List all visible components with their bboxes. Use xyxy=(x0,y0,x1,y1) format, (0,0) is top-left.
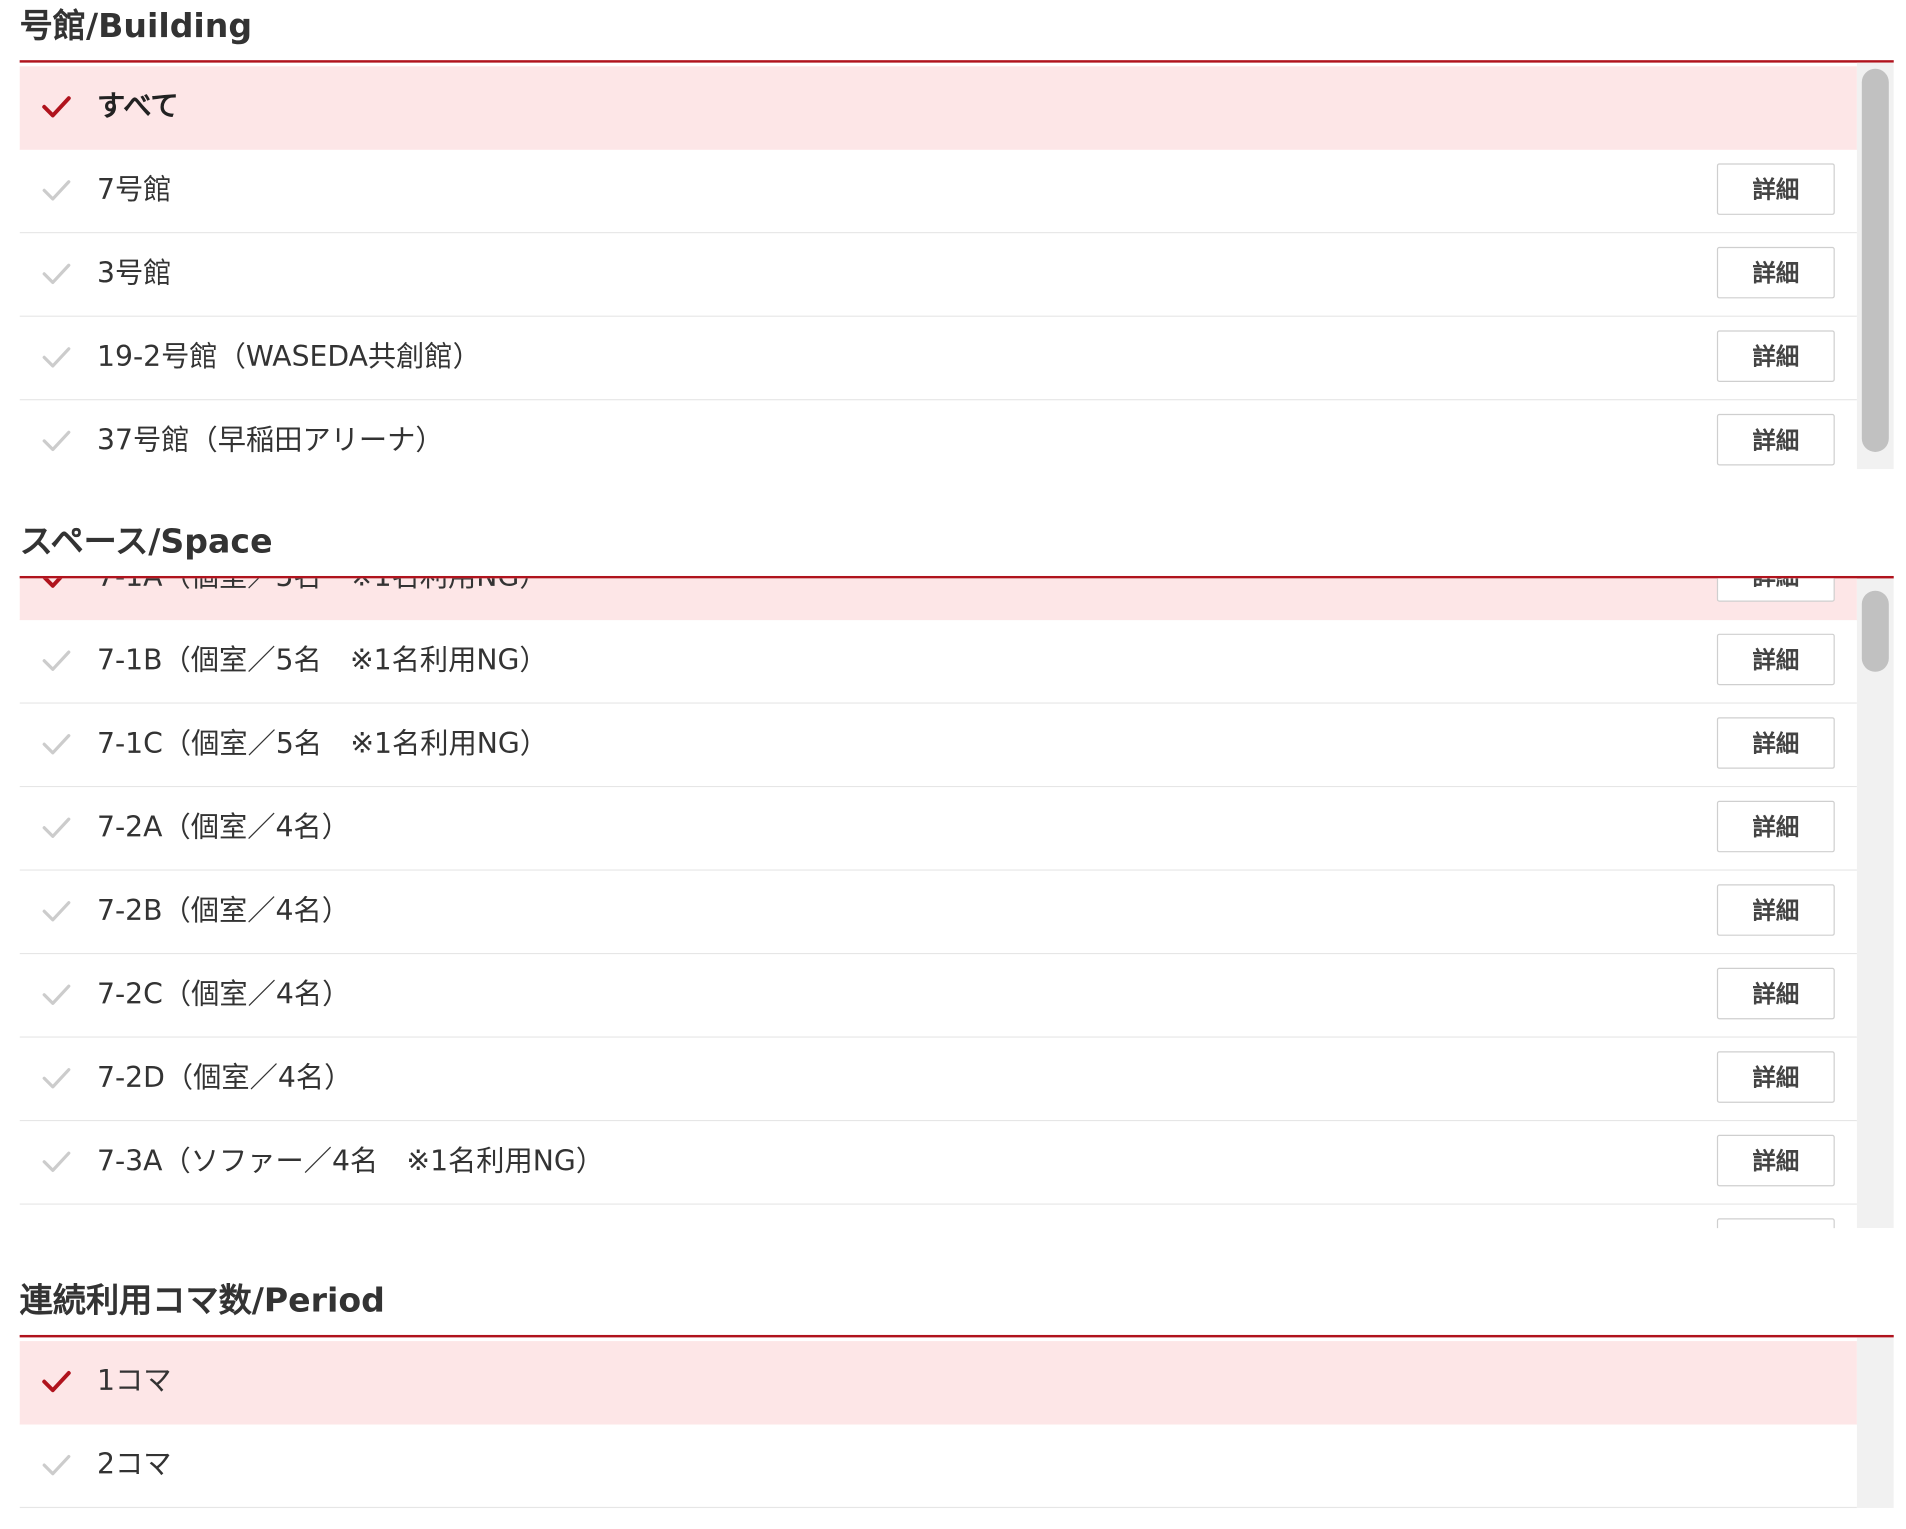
period-option[interactable]: 1コマ xyxy=(19,1341,1857,1425)
detail-button[interactable]: 詳細 xyxy=(1716,717,1835,769)
check-icon xyxy=(41,731,73,758)
detail-button[interactable]: 詳細 xyxy=(1716,800,1835,853)
building-option-label: 19-2号館（WASEDA共創館） xyxy=(97,341,481,374)
building-option[interactable]: 3号館 詳細 xyxy=(19,233,1857,317)
space-option[interactable]: 7-2A（個室／4名） 詳細 xyxy=(19,787,1857,871)
space-scrollbar[interactable] xyxy=(1856,578,1894,1229)
space-option-label: 7-2C（個室／4名） xyxy=(97,978,351,1011)
space-option[interactable]: 7-1B（個室／5名 ※1名利用NG） 詳細 xyxy=(19,620,1857,704)
space-option-label: 7-1A（個室／5名 ※1名利用NG） xyxy=(97,578,548,619)
period-scrollbar[interactable] xyxy=(1856,1337,1894,1509)
building-option[interactable]: 7号館 詳細 xyxy=(19,149,1857,234)
building-option[interactable]: 37号館（早稲田アリーナ） 詳細 xyxy=(19,400,1857,470)
space-option-label: 7-1C（個室／5名 ※1名利用NG） xyxy=(97,728,548,761)
check-icon xyxy=(41,344,73,371)
space-option-label: 7-2D（個室／4名） xyxy=(97,1062,353,1095)
space-list[interactable]: 7-1A（個室／5名 ※1名利用NG）詳細7-1B（個室／5名 ※1名利用NG）… xyxy=(19,578,1894,1229)
detail-button[interactable]: 詳細 xyxy=(1716,1218,1835,1229)
space-section-title: スペース/Space xyxy=(19,523,273,562)
space-option[interactable]: 7-1C（個室／5名 ※1名利用NG） 詳細 xyxy=(19,703,1857,788)
detail-button[interactable]: 詳細 xyxy=(1716,578,1835,602)
space-option[interactable]: 7-2B（個室／4名） 詳細 xyxy=(19,870,1857,955)
search-filter-panel: 号館/Building すべて 7号館 詳細 3号館 詳細 19-2号館（WASEDA共創… xyxy=(0,0,1906,1529)
check-icon xyxy=(41,1065,73,1092)
detail-button[interactable]: 詳細 xyxy=(1716,633,1835,686)
detail-button[interactable]: 詳細 xyxy=(1716,967,1835,1020)
check-icon xyxy=(41,981,73,1008)
building-option[interactable]: 19-2号館（WASEDA共創館） 詳細 xyxy=(19,316,1857,401)
space-option[interactable]: 7-2C（個室／4名） 詳細 xyxy=(19,954,1857,1038)
building-option[interactable]: すべて xyxy=(19,66,1857,150)
check-icon xyxy=(41,260,73,287)
check-icon xyxy=(41,1148,73,1175)
check-icon xyxy=(41,93,73,120)
space-option-label: 7-2A（個室／4名） xyxy=(97,811,350,844)
space-scrollbar-thumb[interactable] xyxy=(1861,590,1889,672)
building-list[interactable]: すべて 7号館 詳細 3号館 詳細 19-2号館（WASEDA共創館） 詳細 37号館（早稲田… xyxy=(19,62,1894,470)
check-icon xyxy=(41,898,73,925)
space-option[interactable]: 7-3A（ソファー／4名 ※1名利用NG） 詳細 xyxy=(19,1121,1857,1205)
period-option-label: 2コマ xyxy=(97,1449,172,1482)
building-scrollbar[interactable] xyxy=(1856,62,1894,470)
detail-button[interactable]: 詳細 xyxy=(1716,1051,1835,1103)
check-icon xyxy=(41,1452,73,1479)
space-section: スペース/Space 7-1A（個室／5名 ※1名利用NG）詳細7-1B（個室／… xyxy=(19,516,1894,1229)
check-icon xyxy=(41,177,73,204)
check-icon xyxy=(41,578,73,590)
building-section: 号館/Building すべて 7号館 詳細 3号館 詳細 19-2号館（WASEDA共創… xyxy=(19,0,1894,470)
period-list[interactable]: 1コマ 2コマ xyxy=(19,1337,1894,1509)
space-option-label: 7-1B（個室／5名 ※1名利用NG） xyxy=(97,644,548,677)
building-option-label: すべて xyxy=(97,90,179,123)
space-option-label: 7-2B（個室／4名） xyxy=(97,895,350,928)
detail-button[interactable]: 詳細 xyxy=(1716,163,1835,215)
check-icon xyxy=(41,427,73,454)
space-option[interactable]: 詳細 xyxy=(19,1204,1857,1229)
period-section-title: 連続利用コマ数/Period xyxy=(19,1282,385,1321)
period-option-label: 1コマ xyxy=(97,1365,172,1398)
detail-button[interactable]: 詳細 xyxy=(1716,413,1835,466)
building-option-label: 37号館（早稲田アリーナ） xyxy=(97,424,444,457)
detail-button[interactable]: 詳細 xyxy=(1716,330,1835,382)
detail-button[interactable]: 詳細 xyxy=(1716,246,1835,299)
space-option[interactable]: 7-1A（個室／5名 ※1名利用NG） 詳細 xyxy=(19,578,1857,621)
building-section-title: 号館/Building xyxy=(19,7,253,46)
space-option-label: 7-3A（ソファー／4名 ※1名利用NG） xyxy=(97,1145,605,1178)
building-option-label: 7号館 xyxy=(97,174,172,207)
detail-button[interactable]: 詳細 xyxy=(1716,1134,1835,1187)
building-option-label: 3号館 xyxy=(97,257,172,290)
check-icon xyxy=(41,814,73,841)
period-option[interactable]: 2コマ xyxy=(19,1424,1857,1509)
check-icon xyxy=(41,1368,73,1395)
period-section: 連続利用コマ数/Period 1コマ 2コマ xyxy=(19,1275,1894,1509)
check-icon xyxy=(41,647,73,674)
space-option[interactable]: 7-2D（個室／4名） 詳細 xyxy=(19,1037,1857,1122)
building-scrollbar-thumb[interactable] xyxy=(1861,68,1889,452)
detail-button[interactable]: 詳細 xyxy=(1716,884,1835,936)
